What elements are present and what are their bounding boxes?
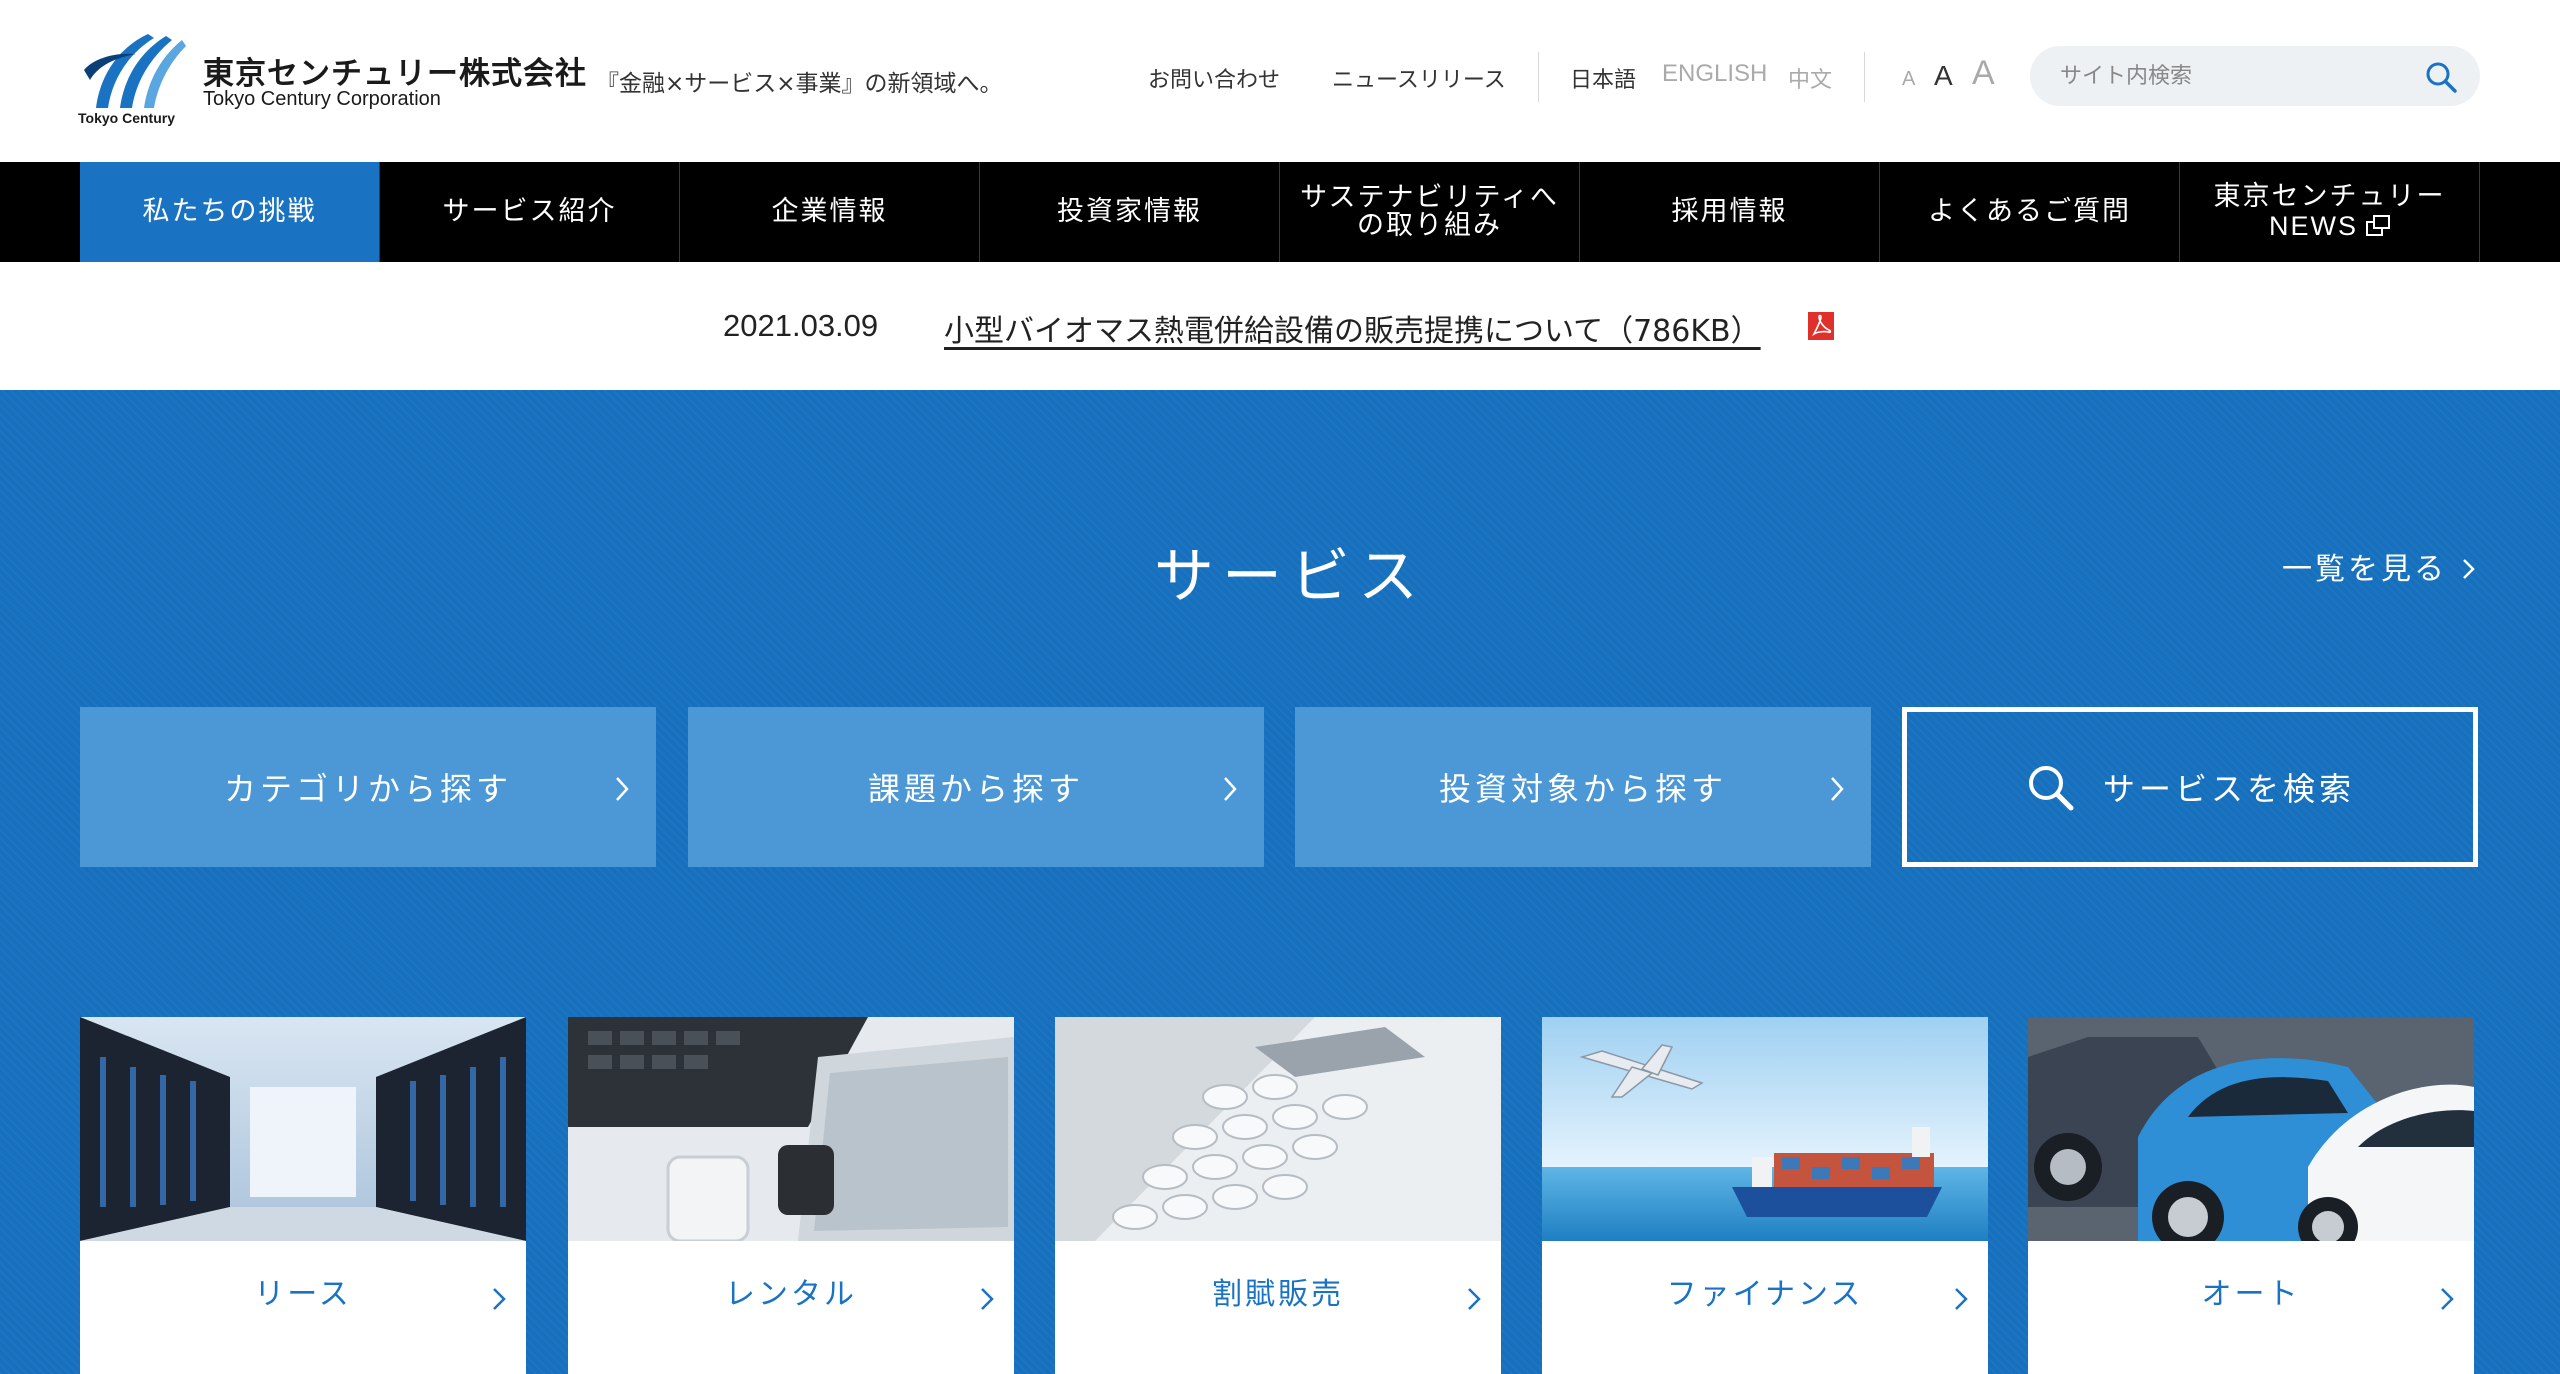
section-title: サービス: [1154, 542, 1426, 612]
service-card-auto[interactable]: オート: [2028, 1017, 2474, 1374]
search-icon: [2025, 762, 2075, 812]
nav-item-sustainability[interactable]: サステナビリティへ の取り組み: [1280, 162, 1580, 262]
card-label-area: リース: [80, 1241, 526, 1374]
external-link-icon: [2366, 214, 2390, 237]
nav-label-line2: の取り組み: [1357, 210, 1502, 241]
card-label: リース: [254, 1276, 352, 1312]
nav-label-line1: サステナビリティへ: [1300, 181, 1559, 213]
site-search-input[interactable]: [2060, 60, 2420, 92]
browse-by-category-button[interactable]: カテゴリから探す: [80, 707, 656, 867]
divider: [1864, 52, 1865, 102]
news-date: 2021.03.09: [723, 308, 879, 343]
nav-item-services[interactable]: サービス紹介: [380, 162, 680, 262]
button-label: 課題から探す: [867, 770, 1084, 808]
news-bar: 2021.03.09 小型バイオマス熱電併給設備の販売提携について（786KB）: [0, 262, 2560, 390]
card-label-area: 割賦販売: [1055, 1241, 1501, 1374]
card-label-area: レンタル: [568, 1241, 1014, 1374]
card-label-area: ファイナンス: [1542, 1241, 1988, 1374]
see-all-link[interactable]: 一覧を見る: [2282, 544, 2475, 588]
service-card-lease[interactable]: リース: [80, 1017, 526, 1374]
browse-by-issue-button[interactable]: 課題から探す: [688, 707, 1264, 867]
chevron-right-icon: [1954, 1285, 1968, 1311]
cars-image: [2028, 1017, 2474, 1241]
service-section: サービス 一覧を見る カテゴリから探す 課題から探す 投資対象から探す サービス…: [0, 390, 2560, 1374]
nav-label: 企業情報: [771, 195, 888, 227]
nav-label: よくあるご質問: [1928, 195, 2131, 227]
logo-wordmark: Tokyo Century: [78, 110, 175, 126]
chevron-right-icon: [1829, 773, 1845, 801]
nav-item-faq[interactable]: よくあるご質問: [1880, 162, 2180, 262]
pdf-icon: [1808, 312, 1834, 340]
calculator-image: [1055, 1017, 1501, 1241]
card-label: レンタル: [725, 1276, 857, 1312]
company-name-ja[interactable]: 東京センチュリー株式会社: [203, 48, 587, 93]
nav-label: 私たちの挑戦: [142, 195, 317, 227]
plane-and-ship-image: [1542, 1017, 1988, 1241]
card-label-area: オート: [2028, 1241, 2474, 1374]
news-release-link[interactable]: ニュースリリース: [1332, 62, 1506, 94]
news-title-link[interactable]: 小型バイオマス熱電併給設備の販売提携について（786KB）: [944, 306, 1761, 350]
button-label: カテゴリから探す: [223, 770, 512, 808]
devices-image: [568, 1017, 1014, 1241]
language-chinese[interactable]: 中文: [1788, 62, 1832, 94]
contact-link[interactable]: お問い合わせ: [1148, 62, 1280, 94]
language-japanese[interactable]: 日本語: [1570, 62, 1636, 94]
card-label: 割賦販売: [1212, 1276, 1344, 1312]
service-card-installment[interactable]: 割賦販売: [1055, 1017, 1501, 1374]
nav-item-investors[interactable]: 投資家情報: [980, 162, 1280, 262]
see-all-label: 一覧を見る: [2282, 552, 2447, 587]
tagline: 『金融×サービス×事業』の新領域へ。: [596, 71, 1003, 97]
global-nav: 私たちの挑戦 サービス紹介 企業情報 投資家情報 サステナビリティへ の取り組み …: [0, 162, 2560, 262]
service-card-finance[interactable]: ファイナンス: [1542, 1017, 1988, 1374]
browse-by-investment-button[interactable]: 投資対象から探す: [1295, 707, 1871, 867]
site-header: Tokyo Century 東京センチュリー株式会社 Tokyo Century…: [0, 0, 2560, 162]
company-name-en[interactable]: Tokyo Century Corporation: [203, 88, 441, 111]
nav-label: 投資家情報: [1057, 195, 1202, 227]
button-label: サービスを検索: [2102, 770, 2355, 808]
font-size-small-button[interactable]: A: [1902, 68, 1915, 91]
chevron-right-icon: [492, 1285, 506, 1311]
card-label: オート: [2201, 1276, 2301, 1312]
chevron-right-icon: [614, 773, 630, 801]
nav-label: サステナビリティへ の取り組み: [1300, 181, 1559, 241]
chevron-right-icon: [980, 1285, 994, 1311]
nav-item-challenge[interactable]: 私たちの挑戦: [80, 162, 380, 262]
nav-label: 東京センチュリー NEWS: [2213, 181, 2446, 241]
service-search-button[interactable]: サービスを検索: [1902, 707, 2478, 867]
card-label: ファイナンス: [1666, 1276, 1864, 1312]
chevron-right-icon: [2461, 553, 2475, 579]
nav-item-company[interactable]: 企業情報: [680, 162, 980, 262]
datacenter-image: [80, 1017, 526, 1241]
nav-label-line1: 東京センチュリー: [2213, 181, 2446, 213]
site-search: [2030, 46, 2480, 106]
service-card-rental[interactable]: レンタル: [568, 1017, 1014, 1374]
nav-label-line2: NEWS: [2269, 210, 2358, 241]
nav-label: サービス紹介: [442, 195, 617, 227]
language-english[interactable]: ENGLISH: [1662, 60, 1767, 88]
nav-item-tc-news[interactable]: 東京センチュリー NEWS: [2180, 162, 2480, 262]
nav-item-careers[interactable]: 採用情報: [1580, 162, 1880, 262]
divider: [1538, 52, 1539, 102]
font-size-large-button[interactable]: A: [1972, 54, 1995, 93]
button-label: 投資対象から探す: [1438, 770, 1727, 808]
nav-label: 採用情報: [1671, 195, 1788, 227]
search-icon[interactable]: [2424, 60, 2458, 94]
chevron-right-icon: [2440, 1285, 2454, 1311]
chevron-right-icon: [1467, 1285, 1481, 1311]
chevron-right-icon: [1222, 773, 1238, 801]
font-size-medium-button[interactable]: A: [1934, 60, 1953, 92]
